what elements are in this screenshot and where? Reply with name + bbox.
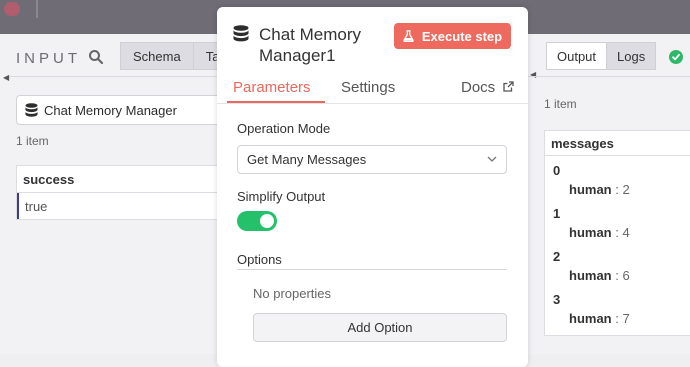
output-panel: Output Logs ◀ 1 item messages 0 human : … (528, 34, 690, 354)
message-index: 1 (553, 206, 561, 221)
flask-icon (403, 30, 414, 42)
operation-mode-label: Operation Mode (237, 121, 331, 136)
message-key: human (569, 268, 612, 283)
simplify-output-label: Simplify Output (237, 189, 326, 204)
collapse-left-icon[interactable]: ◀ (3, 73, 9, 82)
search-icon[interactable] (88, 49, 104, 65)
simplify-output-toggle[interactable] (237, 211, 277, 231)
input-panel: INPUT Schema Ta ◀ Chat Memory Manager 1 … (0, 34, 230, 354)
table-header-messages: messages (545, 131, 690, 156)
output-tabs: Output Logs (546, 42, 657, 70)
node-tabs: Parameters Settings Docs (217, 73, 528, 103)
input-node-name: Chat Memory Manager (44, 102, 177, 118)
table-cell[interactable]: true (17, 193, 230, 219)
tab-parameters[interactable]: Parameters (233, 79, 311, 96)
input-table: success true (16, 165, 230, 220)
message-entry[interactable]: human : 6 (569, 268, 630, 283)
input-view-tabs: Schema Ta (120, 42, 225, 70)
message-value: : 6 (615, 268, 630, 283)
add-option-button[interactable]: Add Option (253, 313, 507, 342)
message-index: 0 (553, 163, 561, 178)
item-count: 1 item (544, 97, 577, 111)
docs-label: Docs (461, 79, 496, 96)
canvas-connection (36, 0, 38, 18)
message-entry[interactable]: human : 7 (569, 311, 630, 326)
database-icon (25, 102, 38, 117)
divider (217, 103, 528, 104)
execute-step-button[interactable]: Execute step (394, 23, 511, 49)
tab-docs[interactable]: Docs (461, 79, 515, 96)
message-entry[interactable]: human : 2 (569, 182, 630, 197)
no-properties-text: No properties (253, 286, 332, 301)
message-index: 2 (553, 249, 561, 264)
node-title[interactable]: Chat Memory Manager1 (259, 24, 409, 66)
message-key: human (569, 225, 612, 240)
toggle-knob (260, 214, 274, 228)
chevron-down-icon (487, 156, 497, 162)
output-table: messages 0 human : 2 1 human : 4 2 human… (544, 130, 690, 336)
table-header-success: success (17, 166, 230, 193)
canvas-node-fragment (4, 2, 20, 16)
message-key: human (569, 182, 612, 197)
item-count: 1 item (16, 134, 49, 148)
operation-mode-select[interactable]: Get Many Messages (237, 145, 507, 174)
message-value: : 7 (615, 311, 630, 326)
divider (528, 76, 690, 77)
message-key: human (569, 311, 612, 326)
external-link-icon (503, 81, 515, 92)
collapse-right-icon[interactable]: ◀ (530, 70, 536, 79)
input-title: INPUT (16, 49, 81, 67)
tab-logs[interactable]: Logs (607, 42, 657, 70)
operation-mode-value: Get Many Messages (247, 152, 367, 167)
tab-settings[interactable]: Settings (341, 79, 395, 96)
options-label: Options (237, 252, 282, 267)
input-header: INPUT (16, 48, 81, 68)
divider (10, 76, 230, 77)
message-value: : 2 (615, 182, 630, 197)
success-check-icon (669, 50, 683, 64)
tab-output[interactable]: Output (546, 42, 608, 70)
message-index: 3 (553, 292, 561, 307)
divider (237, 269, 507, 270)
message-entry[interactable]: human : 4 (569, 225, 630, 240)
message-value: : 4 (615, 225, 630, 240)
database-icon (233, 25, 249, 42)
tab-schema[interactable]: Schema (120, 42, 194, 70)
node-settings-panel: Chat Memory Manager1 Execute step Parame… (217, 7, 528, 367)
execute-step-label: Execute step (421, 28, 503, 44)
input-node-selector[interactable]: Chat Memory Manager (16, 95, 230, 125)
